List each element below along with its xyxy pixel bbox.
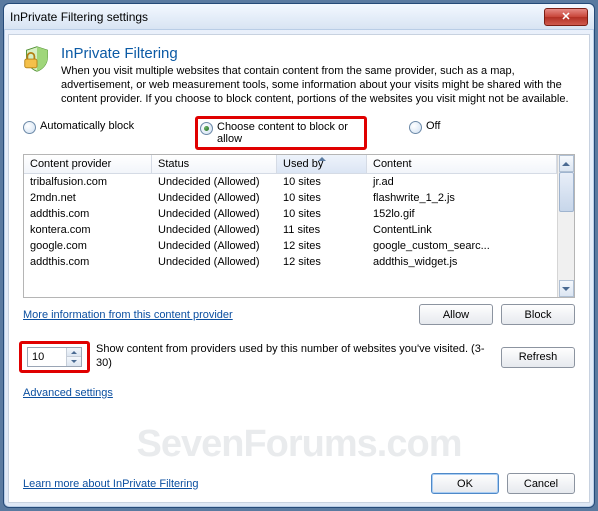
spinner-up-icon[interactable]	[67, 348, 81, 357]
ok-button[interactable]: OK	[431, 473, 499, 494]
cell-content: addthis_widget.js	[367, 255, 557, 269]
table-row[interactable]: tribalfusion.com Undecided (Allowed) 10 …	[24, 174, 557, 190]
feature-icon-cell	[23, 45, 53, 106]
more-info-link[interactable]: More information from this content provi…	[23, 309, 233, 321]
cell-provider: tribalfusion.com	[24, 175, 152, 189]
radio-label: Automatically block	[40, 120, 134, 132]
cell-status: Undecided (Allowed)	[152, 255, 277, 269]
cell-usedby: 10 sites	[277, 207, 367, 221]
th-status[interactable]: Status	[152, 155, 277, 173]
header-text: InPrivate Filtering When you visit multi…	[61, 45, 575, 106]
threshold-label: Show content from providers used by this…	[96, 343, 491, 371]
cell-content: google_custom_searc...	[367, 239, 557, 253]
table-row[interactable]: addthis.com Undecided (Allowed) 12 sites…	[24, 254, 557, 270]
cell-usedby: 12 sites	[277, 255, 367, 269]
dialog-window: InPrivate Filtering settings ✕ InPrivate…	[3, 3, 595, 508]
threshold-input[interactable]	[28, 348, 66, 366]
advanced-row: Advanced settings	[23, 387, 575, 399]
table-row[interactable]: kontera.com Undecided (Allowed) 11 sites…	[24, 222, 557, 238]
description: When you visit multiple websites that co…	[61, 65, 575, 106]
footer: Learn more about InPrivate Filtering OK …	[23, 463, 575, 494]
th-usedby[interactable]: Used by	[277, 155, 367, 173]
cell-provider: 2mdn.net	[24, 191, 152, 205]
table-row[interactable]: 2mdn.net Undecided (Allowed) 10 sites fl…	[24, 190, 557, 206]
cell-status: Undecided (Allowed)	[152, 239, 277, 253]
threshold-row: Show content from providers used by this…	[23, 343, 575, 371]
vertical-scrollbar[interactable]	[557, 155, 574, 297]
cell-content: flashwrite_1_2.js	[367, 191, 557, 205]
cell-content: 152lo.gif	[367, 207, 557, 221]
radio-row: Automatically block Choose content to bl…	[23, 120, 575, 146]
inprivate-shield-icon	[23, 45, 51, 73]
cell-usedby: 10 sites	[277, 191, 367, 205]
radio-icon	[200, 122, 213, 135]
close-icon: ✕	[561, 10, 570, 23]
cell-content: jr.ad	[367, 175, 557, 189]
cell-status: Undecided (Allowed)	[152, 191, 277, 205]
radio-off[interactable]: Off	[409, 120, 440, 134]
refresh-button[interactable]: Refresh	[501, 347, 575, 368]
cell-status: Undecided (Allowed)	[152, 175, 277, 189]
radio-auto[interactable]: Automatically block	[23, 120, 193, 134]
watermark: SevenForums.com	[9, 423, 589, 466]
table-header: Content provider Status Used by Content	[24, 155, 557, 174]
table-body: tribalfusion.com Undecided (Allowed) 10 …	[24, 174, 557, 297]
radio-label: Off	[426, 120, 440, 132]
table-actions-row: More information from this content provi…	[23, 304, 575, 325]
advanced-settings-link[interactable]: Advanced settings	[23, 387, 113, 399]
window-title: InPrivate Filtering settings	[10, 10, 544, 24]
radio-choose[interactable]: Choose content to block or allow	[200, 121, 360, 145]
client-area: InPrivate Filtering When you visit multi…	[8, 34, 590, 503]
th-content[interactable]: Content	[367, 155, 557, 173]
radio-icon	[23, 121, 36, 134]
scroll-down-icon[interactable]	[559, 280, 574, 297]
radio-label: Choose content to block or allow	[217, 121, 360, 145]
learn-more-link[interactable]: Learn more about InPrivate Filtering	[23, 478, 198, 490]
table-row[interactable]: addthis.com Undecided (Allowed) 10 sites…	[24, 206, 557, 222]
cell-provider: kontera.com	[24, 223, 152, 237]
cancel-button[interactable]: Cancel	[507, 473, 575, 494]
table-row[interactable]: google.com Undecided (Allowed) 12 sites …	[24, 238, 557, 254]
threshold-spinner[interactable]	[27, 347, 82, 367]
allow-button[interactable]: Allow	[419, 304, 493, 325]
spinner-down-icon[interactable]	[67, 357, 81, 366]
cell-provider: addthis.com	[24, 207, 152, 221]
cell-status: Undecided (Allowed)	[152, 223, 277, 237]
cell-provider: google.com	[24, 239, 152, 253]
scroll-up-icon[interactable]	[559, 155, 574, 172]
highlight-threshold	[19, 341, 90, 373]
highlight-choose: Choose content to block or allow	[195, 116, 367, 150]
titlebar: InPrivate Filtering settings ✕	[4, 4, 594, 30]
block-button[interactable]: Block	[501, 304, 575, 325]
cell-content: ContentLink	[367, 223, 557, 237]
cell-status: Undecided (Allowed)	[152, 207, 277, 221]
scroll-thumb[interactable]	[559, 172, 574, 212]
heading: InPrivate Filtering	[61, 45, 575, 62]
cell-usedby: 11 sites	[277, 223, 367, 237]
radio-icon	[409, 121, 422, 134]
provider-table: Content provider Status Used by Content …	[23, 154, 575, 298]
close-button[interactable]: ✕	[544, 8, 588, 26]
cell-usedby: 10 sites	[277, 175, 367, 189]
th-provider[interactable]: Content provider	[24, 155, 152, 173]
cell-usedby: 12 sites	[277, 239, 367, 253]
header-block: InPrivate Filtering When you visit multi…	[23, 45, 575, 106]
cell-provider: addthis.com	[24, 255, 152, 269]
